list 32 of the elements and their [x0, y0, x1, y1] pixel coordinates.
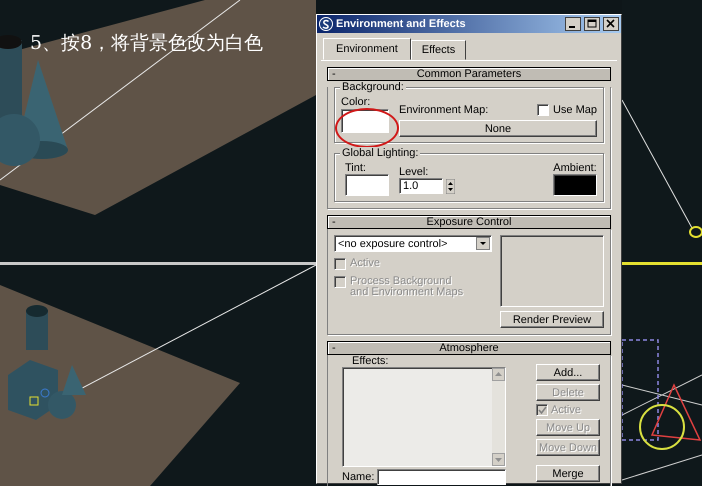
rollout-header[interactable]: - Exposure Control — [327, 215, 611, 229]
map-button[interactable]: None — [399, 120, 597, 137]
field-label: Tint: — [345, 162, 367, 174]
effect-button[interactable]: Merge — [536, 465, 600, 482]
checkbox-label: Active — [350, 258, 380, 269]
render-preview-button[interactable]: Render Preview — [500, 311, 604, 328]
field-label: Effects: — [351, 355, 390, 367]
group-label: Global Lighting: — [340, 147, 420, 159]
tab[interactable]: Effects — [410, 40, 466, 60]
rollout-header[interactable]: - Atmosphere — [327, 341, 611, 355]
rollout-title: Atmosphere — [438, 342, 500, 354]
collapse-toggle[interactable]: - — [328, 68, 342, 80]
collapse-toggle[interactable]: - — [328, 216, 342, 228]
field-label: Environment Map: — [399, 104, 488, 116]
tab[interactable]: Environment — [323, 38, 411, 60]
dropdown-value: <no exposure control> — [338, 238, 448, 250]
window-title: Environment and Effects — [336, 18, 467, 30]
field-label: Ambient: — [553, 162, 597, 174]
rollout-header[interactable]: - Common Parameters — [327, 67, 611, 81]
exposure-dropdown[interactable]: <no exposure control> — [334, 235, 492, 252]
level-field[interactable]: 1.0 — [399, 178, 443, 194]
checkbox-label: Process Background and Environment Maps — [350, 276, 464, 298]
effect-button[interactable]: Add... — [536, 364, 600, 381]
checkbox-label: Use Map — [552, 104, 597, 116]
field-label: Name: — [342, 471, 374, 483]
field-label: Level: — [399, 166, 430, 178]
checkbox-label: Active — [551, 404, 581, 416]
rollout-title: Exposure Control — [426, 216, 512, 228]
rollout-title: Common Parameters — [416, 68, 522, 80]
group-label: Background: — [340, 81, 406, 93]
field-label: Color: — [341, 96, 372, 108]
collapse-toggle[interactable]: - — [328, 342, 342, 354]
